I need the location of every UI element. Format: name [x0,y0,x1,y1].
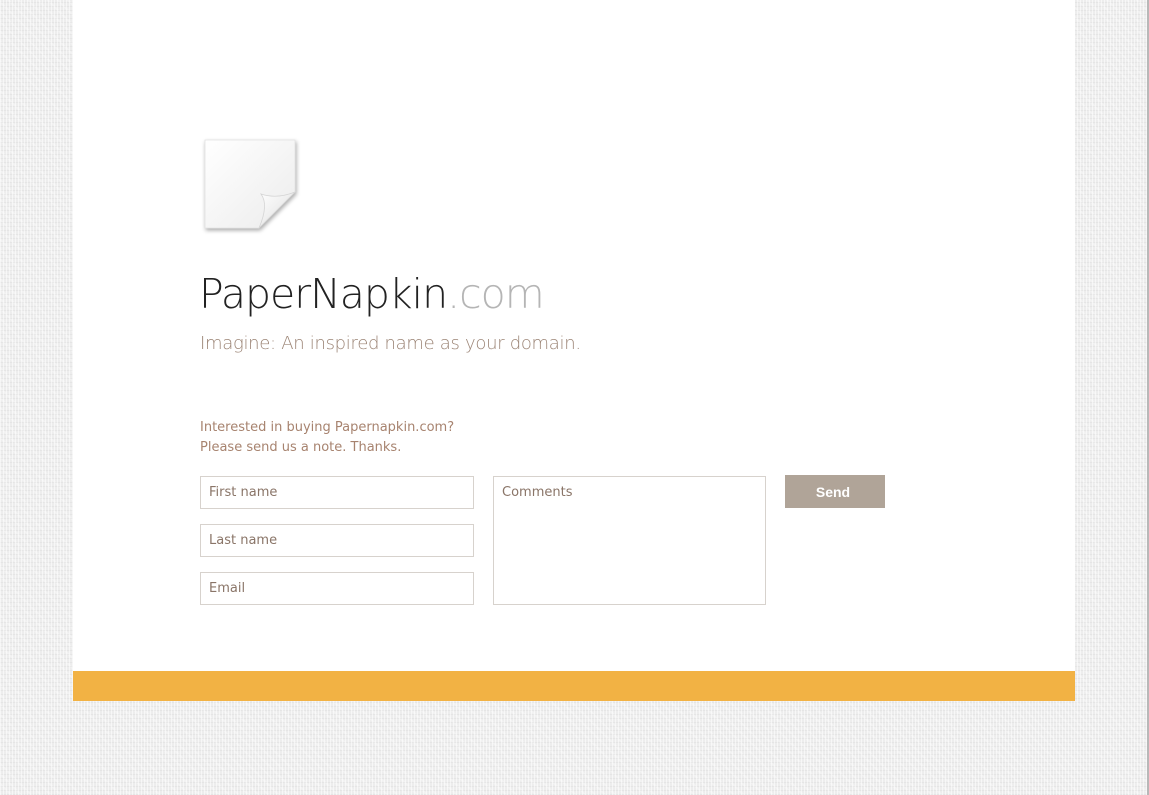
footer-accent-bar [73,671,1075,701]
intro-line-2: Please send us a note. Thanks. [200,440,402,455]
first-name-input[interactable] [200,476,474,509]
site-title: PaperNapkin.com [199,266,545,322]
email-input[interactable] [200,572,474,605]
last-name-input[interactable] [200,524,474,557]
comments-textarea[interactable] [493,476,766,605]
intro-text: Interested in buying Papernapkin.com? Pl… [200,418,454,458]
site-tld: .com [447,270,545,318]
send-button[interactable]: Send [785,475,885,508]
tagline: Imagine: An inspired name as your domain… [200,333,581,354]
intro-line-1: Interested in buying Papernapkin.com? [200,420,455,435]
paper-napkin-icon [201,136,301,236]
main-panel: PaperNapkin.com Imagine: An inspired nam… [73,0,1075,671]
site-name: PaperNapkin [199,270,448,318]
